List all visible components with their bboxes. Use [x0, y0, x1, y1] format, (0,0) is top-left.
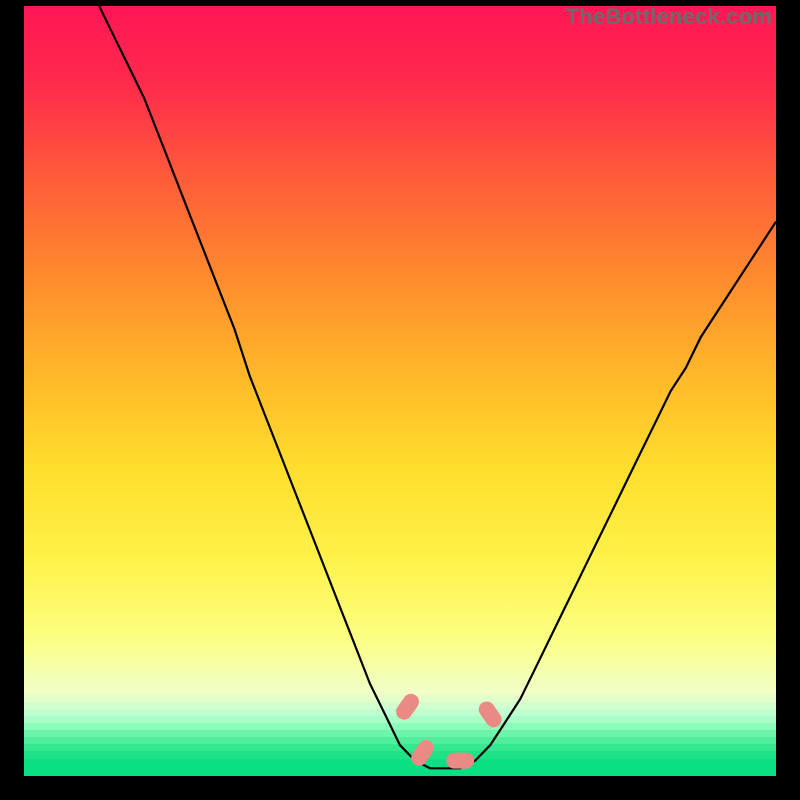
bottleneck-curve: [99, 6, 776, 768]
watermark-text: TheBottleneck.com: [566, 4, 772, 30]
chart-frame: TheBottleneck.com: [0, 0, 800, 800]
plot-area: [24, 6, 776, 776]
pink-dash: [476, 698, 505, 730]
pink-dashes: [393, 691, 505, 769]
pink-dash: [393, 691, 422, 723]
pink-dash: [408, 737, 437, 769]
pink-dash: [446, 753, 474, 769]
curve-layer: [24, 6, 776, 776]
